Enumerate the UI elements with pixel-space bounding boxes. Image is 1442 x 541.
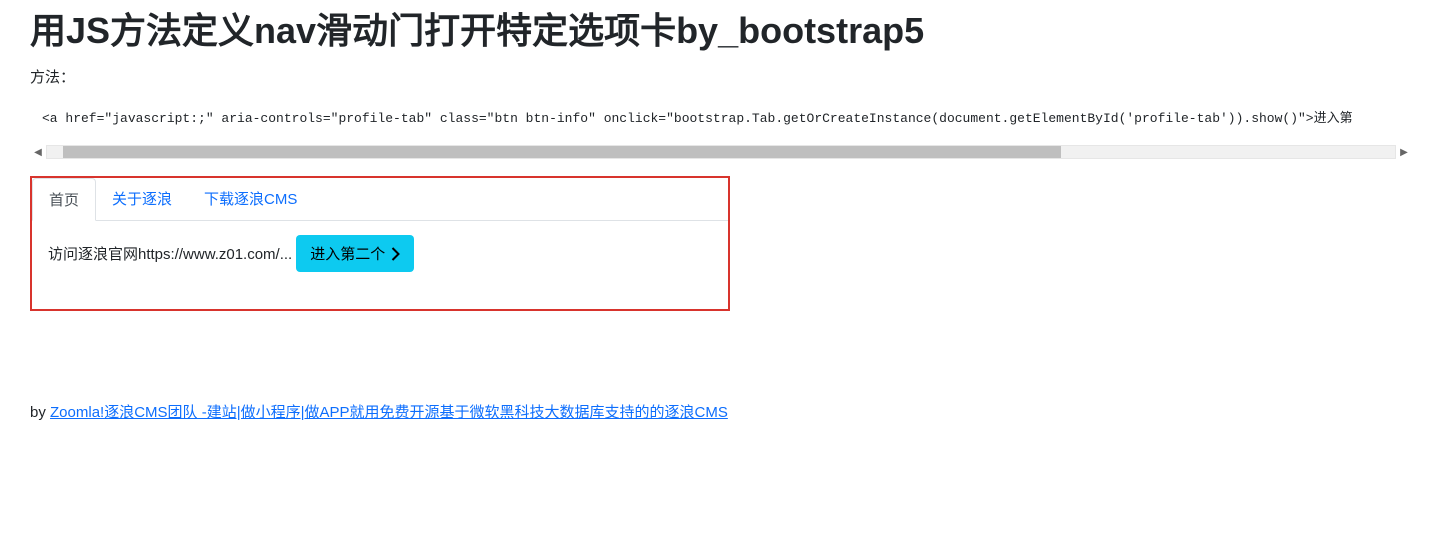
demo-box: 首页 关于逐浪 下载逐浪CMS 访问逐浪官网https://www.z01.co… bbox=[30, 176, 730, 311]
tab-home[interactable]: 首页 bbox=[32, 178, 96, 221]
footer-line: by Zoomla!逐浪CMS团队 -建站|做小程序|做APP就用免费开源基于微… bbox=[30, 401, 1412, 422]
horizontal-scrollbar[interactable]: ◀ ▶ bbox=[30, 144, 1412, 160]
footer-link[interactable]: Zoomla!逐浪CMS团队 -建站|做小程序|做APP就用免费开源基于微软黑科… bbox=[50, 404, 728, 421]
tab-content: 访问逐浪官网https://www.z01.com/... 进入第二个 bbox=[32, 221, 728, 286]
tab-content-text: 访问逐浪官网https://www.z01.com/... bbox=[48, 243, 292, 264]
footer-prefix: by bbox=[30, 404, 50, 421]
scrollbar-thumb[interactable] bbox=[63, 146, 1061, 158]
tab-download[interactable]: 下载逐浪CMS bbox=[188, 178, 313, 220]
scroll-left-icon[interactable]: ◀ bbox=[30, 144, 46, 160]
page-title: 用JS方法定义nav滑动门打开特定选项卡by_bootstrap5 bbox=[30, 2, 1412, 54]
method-label: 方法： bbox=[30, 66, 1412, 87]
nav-tabs: 首页 关于逐浪 下载逐浪CMS bbox=[32, 178, 728, 221]
scroll-right-icon[interactable]: ▶ bbox=[1396, 144, 1412, 160]
scrollbar-track[interactable] bbox=[46, 145, 1396, 159]
tab-about[interactable]: 关于逐浪 bbox=[96, 178, 188, 220]
code-line: <a href="javascript:;" aria-controls="pr… bbox=[42, 107, 1400, 134]
chevron-right-icon bbox=[391, 247, 400, 261]
enter-second-button[interactable]: 进入第二个 bbox=[296, 235, 414, 272]
enter-second-button-label: 进入第二个 bbox=[310, 243, 385, 264]
code-block: <a href="javascript:;" aria-controls="pr… bbox=[30, 99, 1412, 134]
